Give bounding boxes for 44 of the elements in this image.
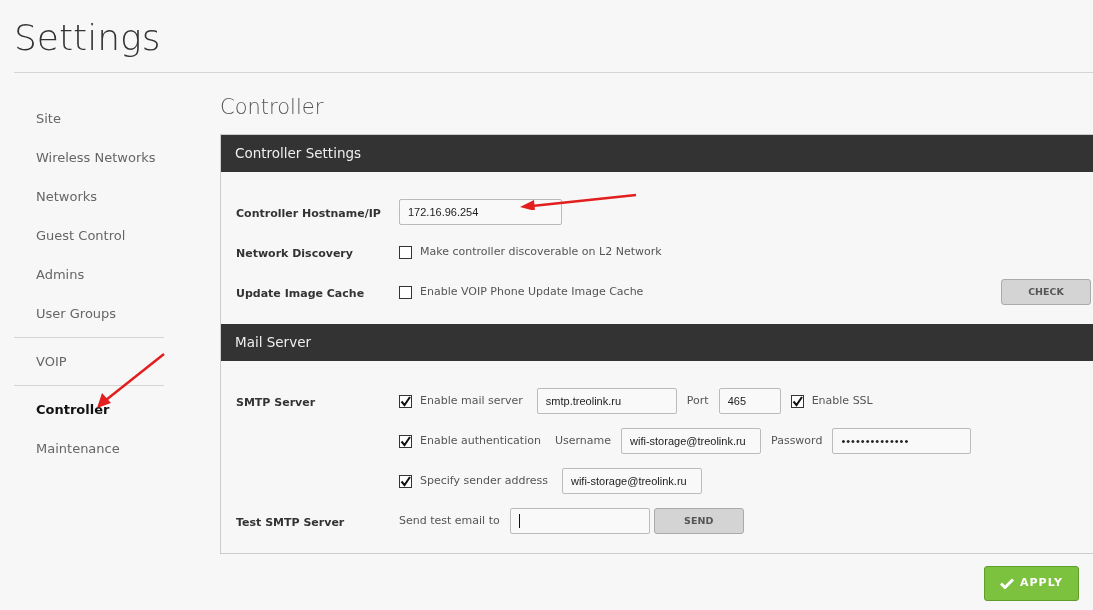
password-field[interactable]: ••••••••••••••	[832, 428, 972, 454]
input-field[interactable]: smtp.treolink.ru	[536, 388, 677, 414]
field-label: Send test email to	[399, 512, 500, 529]
checkbox[interactable]	[399, 245, 412, 259]
sidebar-item[interactable]: User Groups	[14, 294, 164, 333]
input-field[interactable]	[509, 508, 650, 534]
checkbox[interactable]	[399, 394, 412, 408]
action-button[interactable]: SEND	[653, 508, 744, 534]
checkbox-label: Make controller discoverable on L2 Network	[420, 243, 662, 260]
input-field[interactable]: 465	[718, 388, 781, 414]
checkbox[interactable]	[399, 474, 412, 488]
sidebar-item[interactable]: Admins	[14, 255, 164, 294]
field-label: Network Discovery	[236, 247, 353, 260]
section-title: Controller	[220, 94, 325, 121]
field-label: SMTP Server	[236, 396, 316, 409]
page-title: Settings	[13, 16, 162, 60]
input-field[interactable]: wifi-storage@treolink.ru	[621, 428, 761, 454]
sidebar-item[interactable]: Guest Control	[14, 216, 164, 255]
field-label: Update Image Cache	[236, 287, 365, 300]
sidebar-item[interactable]: VOIP	[14, 342, 164, 381]
field-label: Username	[554, 432, 611, 449]
field-label: Controller Hostname/IP	[236, 207, 381, 220]
input-field[interactable]: wifi-storage@treolink.ru	[562, 468, 702, 494]
checkmark-icon	[1000, 578, 1015, 589]
sidebar-item[interactable]: Site	[14, 99, 164, 138]
checkbox[interactable]	[399, 434, 412, 448]
field-label: Port	[686, 392, 709, 409]
panel-header: Mail Server	[221, 324, 1093, 361]
checkbox[interactable]	[399, 285, 412, 299]
sidebar-item[interactable]: Networks	[14, 177, 164, 216]
sidebar-item[interactable]: Maintenance	[14, 429, 164, 468]
action-button[interactable]: CHECK	[1001, 279, 1091, 305]
sidebar-item[interactable]: Wireless Networks	[14, 138, 164, 177]
checkbox-label: Specify sender address	[420, 472, 548, 489]
checkbox-label: Enable VOIP Phone Update Image Cache	[420, 283, 644, 300]
field-label: Test SMTP Server	[236, 516, 345, 529]
checkbox[interactable]	[790, 394, 804, 408]
field-label: Password	[771, 432, 823, 449]
checkbox-label: Enable mail server	[420, 392, 523, 409]
checkbox-label: Enable authentication	[420, 432, 541, 449]
panel-header: Controller Settings	[221, 135, 1093, 172]
sidebar-item[interactable]: Controller	[14, 390, 164, 429]
input-field[interactable]: 172.16.96.254	[399, 199, 562, 225]
checkbox-label: Enable SSL	[811, 392, 873, 409]
